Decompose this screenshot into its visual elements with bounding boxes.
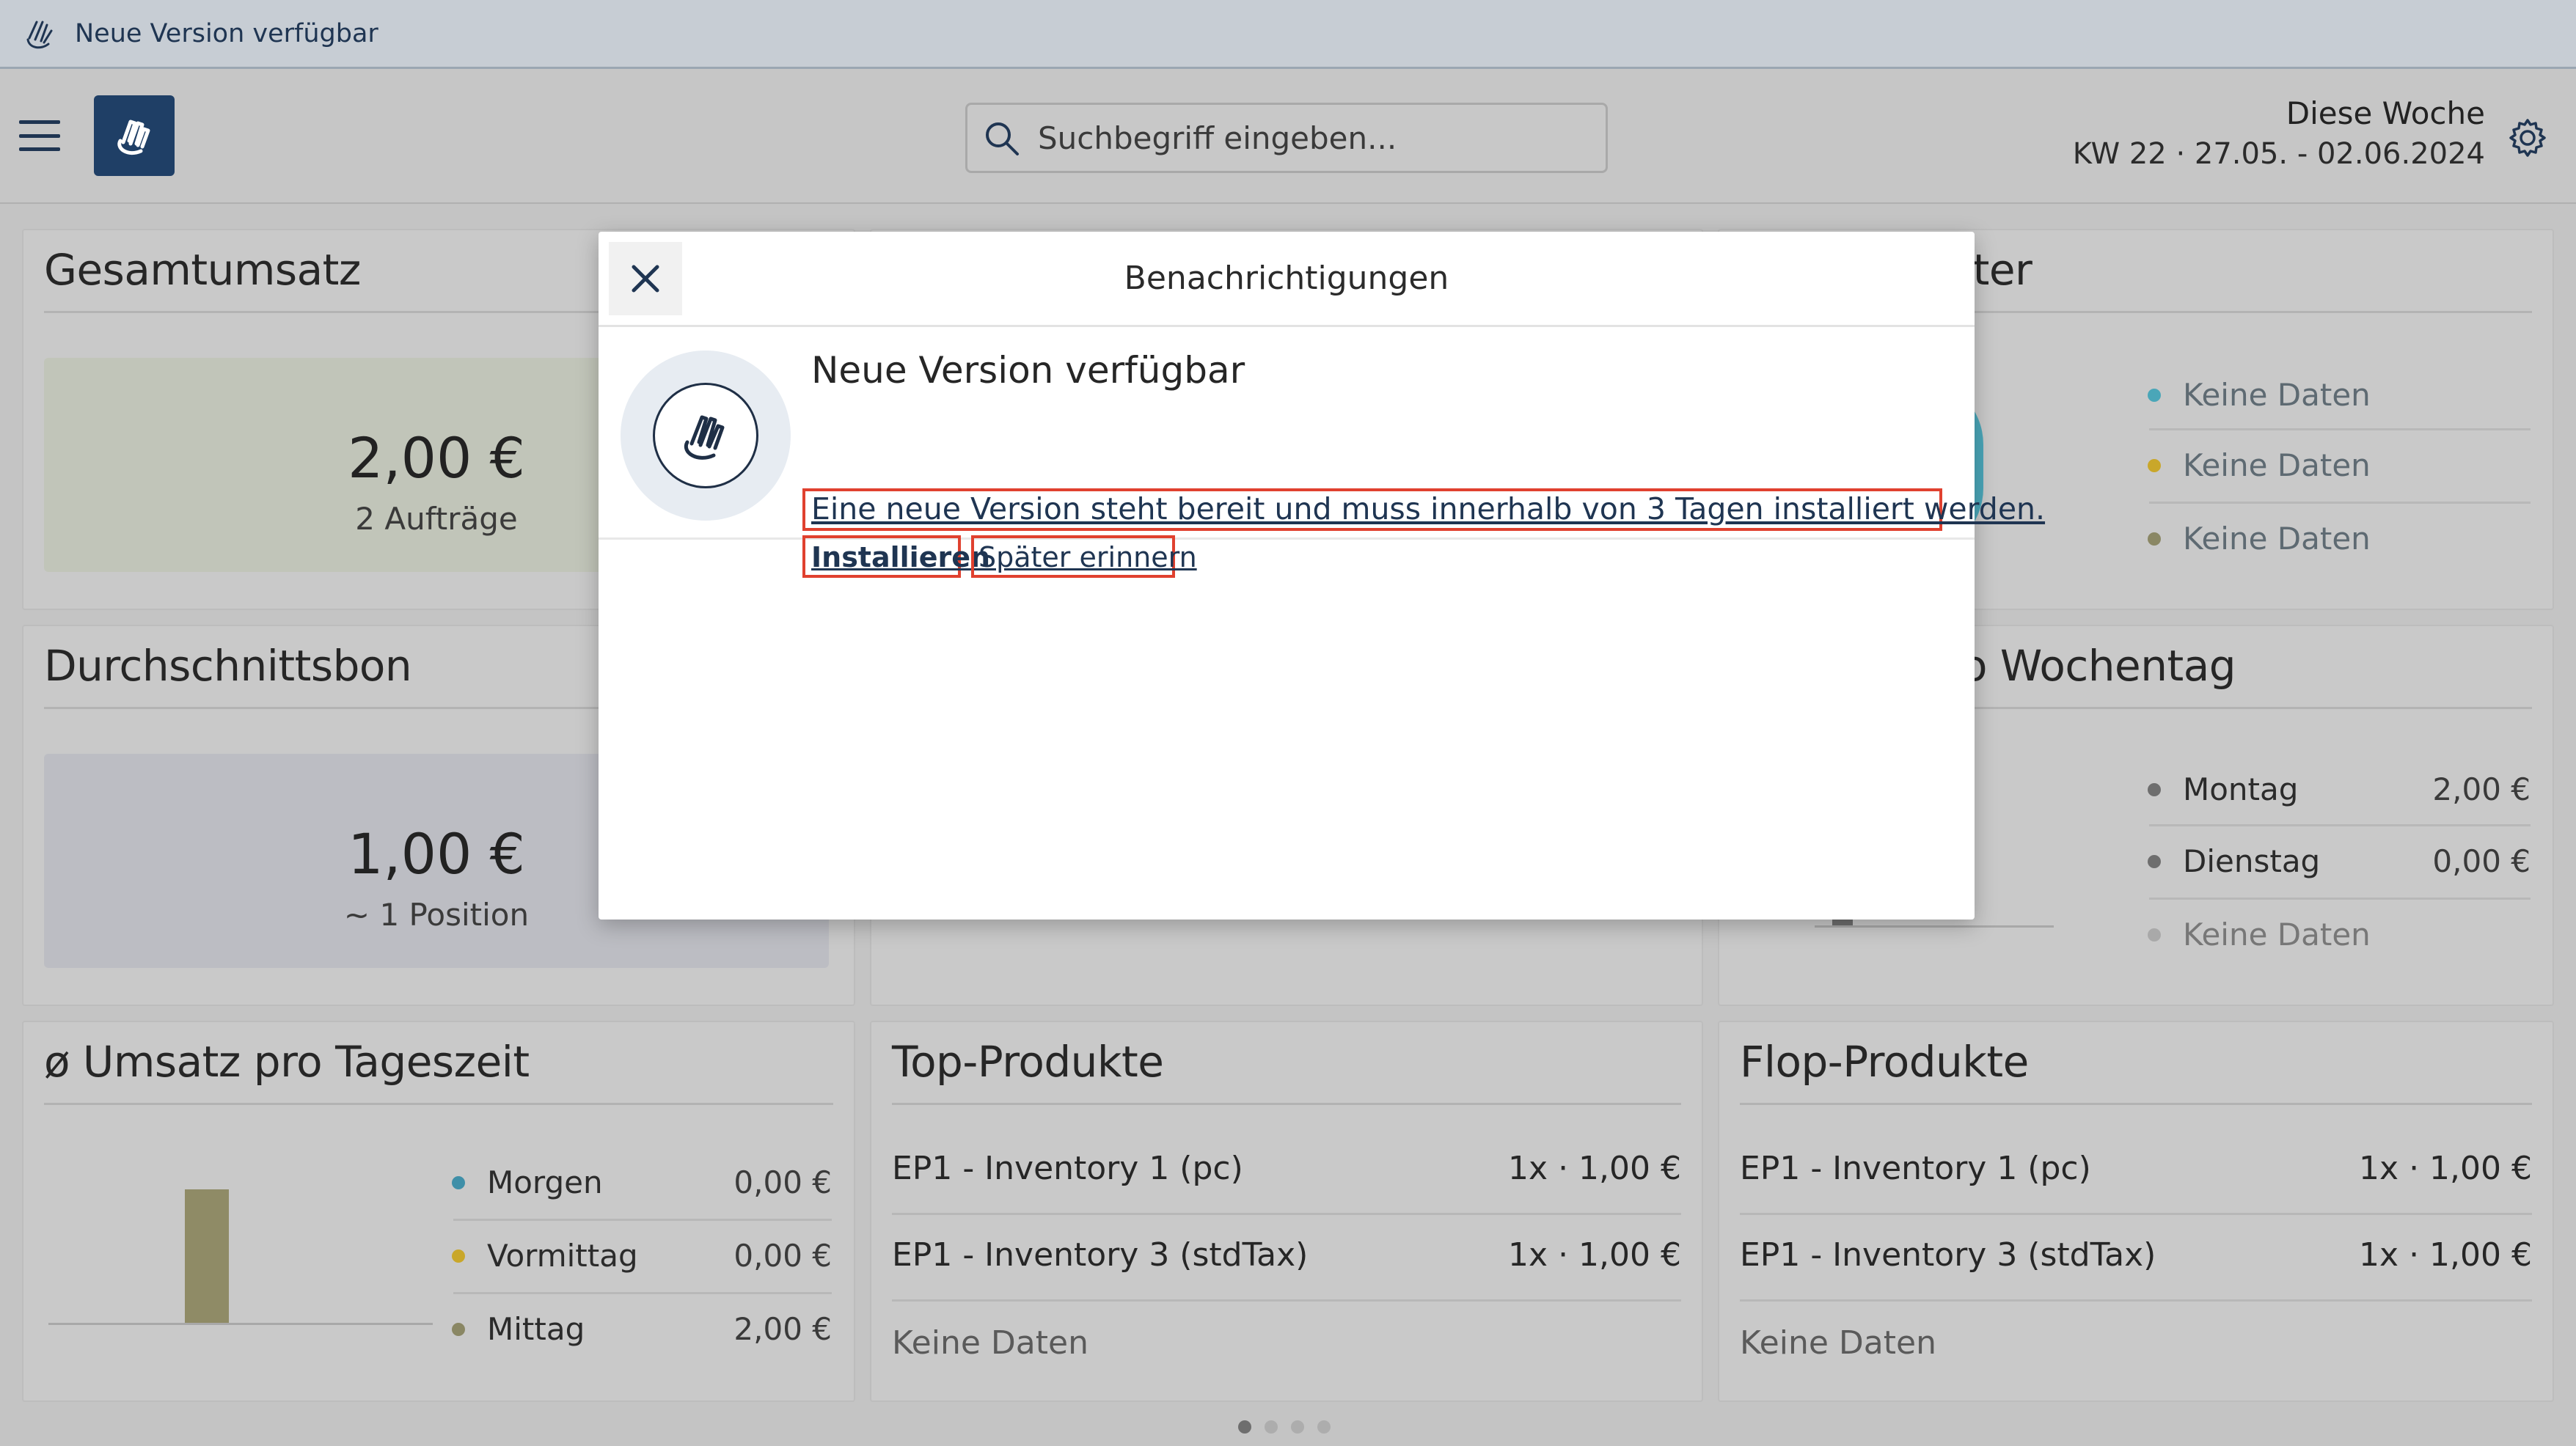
card-title: Top-Produkte (892, 1037, 1164, 1087)
hand-logo-icon (684, 415, 725, 460)
product-value: 1x · 1,00 € (2359, 1236, 2532, 1274)
chart-baseline (1815, 925, 2054, 928)
app-logo[interactable] (94, 95, 175, 176)
divider (892, 1213, 1681, 1215)
menu-icon[interactable] (19, 120, 60, 151)
divider (892, 1103, 1681, 1105)
product-name: EP1 - Inventory 3 (stdTax) (892, 1236, 1309, 1274)
legend-dot (2148, 458, 2161, 472)
legend-dot (2148, 928, 2161, 942)
divider (44, 1103, 833, 1105)
legend-dot (2148, 854, 2161, 868)
hand-logo-icon (26, 21, 53, 48)
update-banner[interactable]: Neue Version verfügbar (0, 0, 2576, 69)
chart-bar-mittag (185, 1189, 229, 1323)
search-input[interactable] (1038, 120, 1595, 156)
legend-item: Keine Daten (2148, 521, 2371, 557)
legend-dot (452, 1322, 465, 1336)
page-dot[interactable] (1291, 1420, 1304, 1434)
page-indicator (1238, 1420, 1331, 1434)
week-label: Diese Woche (2286, 95, 2485, 131)
search-field[interactable] (965, 103, 1608, 173)
legend-value: 0,00 € (2432, 843, 2531, 879)
legend-value: 0,00 € (733, 1238, 832, 1274)
card-title: Gesamtumsatz (44, 245, 361, 295)
legend-dot (2148, 532, 2161, 546)
notification-description[interactable]: Eine neue Version steht bereit und muss … (811, 491, 2045, 526)
card-title-partial: o Wochentag (1961, 641, 2236, 691)
card-title: Flop-Produkte (1740, 1037, 2029, 1087)
legend-item: Keine Daten (2148, 377, 2371, 413)
search-icon (986, 122, 1019, 155)
notification-avatar (621, 351, 791, 521)
remind-later-link[interactable]: Später erinnern (978, 541, 1197, 573)
install-link[interactable]: Installieren (811, 541, 990, 573)
divider (453, 1292, 832, 1294)
product-name: EP1 - Inventory 1 (pc) (1740, 1150, 2091, 1187)
divider (2149, 428, 2531, 430)
divider (1740, 1299, 2532, 1302)
legend-item: Vormittag (452, 1238, 638, 1274)
notifications-dialog: Benachrichtigungen Neue Version verfügba… (599, 232, 2045, 920)
card-top-produkte[interactable]: Top-Produkte EP1 - Inventory 1 (pc) 1x ·… (870, 1021, 1703, 1402)
legend-value: 2,00 € (733, 1311, 832, 1347)
legend-item: Keine Daten (2148, 447, 2371, 483)
divider (2149, 502, 2531, 504)
divider (1740, 1103, 2532, 1105)
legend-dot (452, 1175, 465, 1189)
legend-item: Dienstag (2148, 843, 2320, 879)
dialog-header: Benachrichtigungen (599, 232, 1975, 327)
card-flop-produkte[interactable]: Flop-Produkte EP1 - Inventory 1 (pc) 1x … (1718, 1021, 2554, 1402)
legend-item: Montag (2148, 771, 2298, 807)
week-selector[interactable]: Diese Woche KW 22 · 27.05. - 02.06.2024 (2073, 95, 2485, 171)
page-dot[interactable] (1265, 1420, 1278, 1434)
page-dot-active[interactable] (1238, 1420, 1251, 1434)
page-dot[interactable] (1317, 1420, 1331, 1434)
product-name: Keine Daten (1740, 1324, 1936, 1362)
legend-dot (452, 1249, 465, 1263)
legend-dot (2148, 388, 2161, 402)
product-value: 1x · 1,00 € (1508, 1236, 1681, 1274)
notification-title: Neue Version verfügbar (811, 349, 1245, 392)
legend-dot (2148, 782, 2161, 796)
hand-logo-icon (117, 120, 150, 155)
dialog-title: Benachrichtigungen (1124, 260, 1449, 297)
divider (453, 1219, 832, 1221)
product-name: Keine Daten (892, 1324, 1088, 1362)
divider (892, 1299, 1681, 1302)
card-title: Durchschnittsbon (44, 641, 412, 691)
card-tageszeit[interactable]: ø Umsatz pro Tageszeit Morgen 0,00 € Vor… (22, 1021, 855, 1402)
legend-value: 0,00 € (733, 1164, 832, 1200)
product-name: EP1 - Inventory 3 (stdTax) (1740, 1236, 2156, 1274)
product-value: 1x · 1,00 € (1508, 1150, 1681, 1187)
app-header: Diese Woche KW 22 · 27.05. - 02.06.2024 (0, 69, 2576, 204)
legend-item: Morgen (452, 1164, 603, 1200)
chart-baseline (48, 1323, 433, 1325)
product-value: 1x · 1,00 € (2359, 1150, 2532, 1187)
gear-icon[interactable] (2507, 117, 2548, 158)
divider (2149, 898, 2531, 900)
legend-item: Mittag (452, 1311, 585, 1347)
legend-item: Keine Daten (2148, 917, 2371, 953)
notification-item: Neue Version verfügbar Eine neue Version… (599, 329, 2045, 578)
divider (1740, 1213, 2532, 1215)
product-name: EP1 - Inventory 1 (pc) (892, 1150, 1243, 1187)
divider (2149, 824, 2531, 826)
banner-text: Neue Version verfügbar (75, 18, 378, 48)
week-range: KW 22 · 27.05. - 02.06.2024 (2072, 137, 2485, 171)
legend-value: 2,00 € (2432, 771, 2531, 807)
card-title: ø Umsatz pro Tageszeit (44, 1037, 530, 1087)
